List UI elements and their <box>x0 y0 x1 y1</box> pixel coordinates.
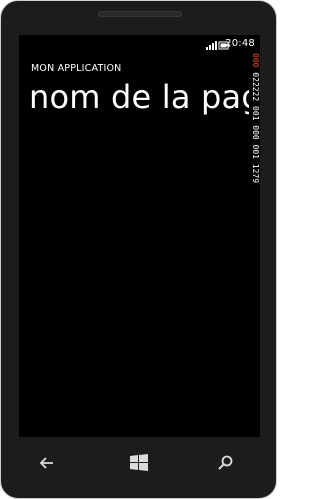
back-icon <box>31 450 63 476</box>
status-time: 20:48 <box>225 38 255 49</box>
search-button[interactable] <box>209 450 241 476</box>
navigation-bar <box>1 437 276 498</box>
windows-start-icon <box>123 450 155 476</box>
frame-rate-counter: 000 022222 001 000 001 1279 <box>249 53 260 251</box>
status-bar: 20:48 <box>19 35 260 53</box>
app-title: MON APPLICATION <box>31 63 122 74</box>
back-button[interactable] <box>31 450 63 476</box>
signal-icon <box>206 41 217 50</box>
speaker-grille <box>98 11 182 17</box>
phone-frame: 20:48 MON APPLICATION nom de la page 000… <box>0 0 277 499</box>
screen: 20:48 MON APPLICATION nom de la page 000… <box>19 35 260 437</box>
page-title: nom de la page <box>29 78 260 116</box>
start-button[interactable] <box>123 450 155 476</box>
frame-rate-counter-text: 000 022222 001 000 001 1279 <box>250 53 260 183</box>
counter-rest-segment: 022222 001 000 001 1279 <box>251 72 260 184</box>
search-icon <box>209 450 241 476</box>
counter-accent-segment: 000 <box>251 53 260 68</box>
